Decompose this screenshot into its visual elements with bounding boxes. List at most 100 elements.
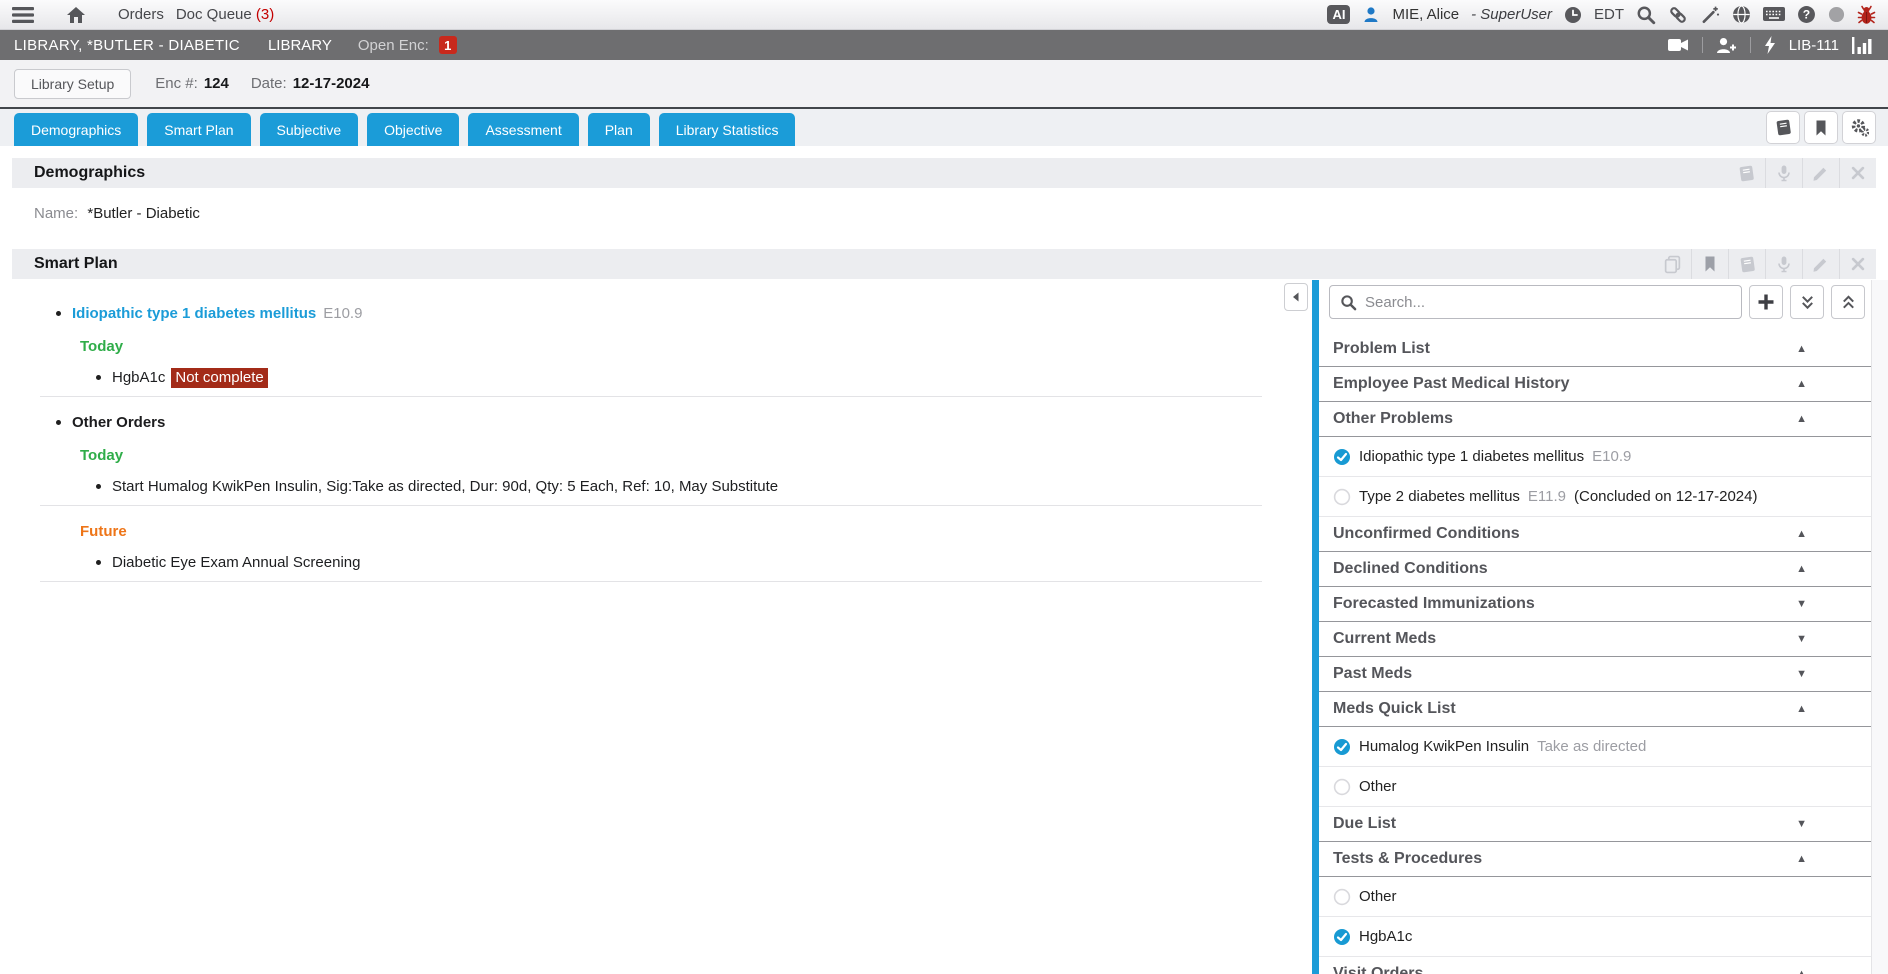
tab-smart-plan[interactable]: Smart Plan xyxy=(147,113,250,146)
tab-objective[interactable]: Objective xyxy=(367,113,459,146)
bookmark-icon[interactable] xyxy=(1691,249,1728,279)
unchecked-icon[interactable] xyxy=(1333,888,1351,906)
panel-item-idiopathic-type-1-diabetes-mellitus[interactable]: Idiopathic type 1 diabetes mellitusE10.9 xyxy=(1319,437,1871,477)
expand-all-button[interactable] xyxy=(1790,285,1824,319)
panel-item-other[interactable]: Other xyxy=(1319,877,1871,917)
edit-icon[interactable] xyxy=(1802,158,1839,188)
collapse-all-button[interactable] xyxy=(1831,285,1865,319)
panel-section-past-meds[interactable]: Past Meds▼ xyxy=(1319,657,1871,692)
panel-collapse-button[interactable] xyxy=(1284,283,1308,311)
plan-subsection-label: Today xyxy=(40,338,1262,355)
user-role: - SuperUser xyxy=(1471,6,1552,23)
checked-icon[interactable] xyxy=(1333,738,1351,756)
microphone-icon[interactable] xyxy=(1765,249,1802,279)
plan-group-title-row: Idiopathic type 1 diabetes mellitus E10.9 xyxy=(40,305,1262,322)
close-icon[interactable] xyxy=(1839,158,1876,188)
svg-text:?: ? xyxy=(1803,8,1810,22)
panel-section-problem-list[interactable]: Problem List▲ xyxy=(1319,332,1871,367)
chevron-down-icon: ▼ xyxy=(1796,598,1807,610)
tab-subjective[interactable]: Subjective xyxy=(260,113,359,146)
checked-icon[interactable] xyxy=(1333,448,1351,466)
close-icon[interactable] xyxy=(1839,249,1876,279)
panel-item-type-2-diabetes-mellitus[interactable]: Type 2 diabetes mellitusE11.9(Concluded … xyxy=(1319,477,1871,517)
plus-icon xyxy=(1757,293,1775,311)
panel-item-humalog-kwikpen-insulin[interactable]: Humalog KwikPen InsulinTake as directed xyxy=(1319,727,1871,767)
panel-section-title: Declined Conditions xyxy=(1333,560,1796,578)
panel-item-hgba1c[interactable]: HgbA1c xyxy=(1319,917,1871,957)
demographics-section-header: Demographics xyxy=(12,158,1876,188)
chevron-up-icon: ▲ xyxy=(1796,703,1807,715)
panel-section-unconfirmed-conditions[interactable]: Unconfirmed Conditions▲ xyxy=(1319,517,1871,552)
tab-assessment[interactable]: Assessment xyxy=(468,113,578,146)
panel-section-tests-procedures[interactable]: Tests & Procedures▲ xyxy=(1319,842,1871,877)
chevron-up-icon: ▲ xyxy=(1796,968,1807,974)
status-circle-icon[interactable] xyxy=(1828,6,1845,23)
nav-doc-queue[interactable]: Doc Queue (3) xyxy=(176,6,274,23)
plan-problem-code: E10.9 xyxy=(323,305,362,322)
tab-demographics[interactable]: Demographics xyxy=(14,113,138,146)
panel-section-due-list[interactable]: Due List▼ xyxy=(1319,807,1871,842)
tab-plan[interactable]: Plan xyxy=(588,113,650,146)
smart-plan-section-header: Smart Plan xyxy=(12,249,1876,279)
chevron-down-icon: ▼ xyxy=(1796,633,1807,645)
double-chevron-down-icon xyxy=(1799,294,1816,311)
add-button[interactable] xyxy=(1749,285,1783,319)
panel-section-meds-quick-list[interactable]: Meds Quick List▲ xyxy=(1319,692,1871,727)
menu-icon[interactable] xyxy=(12,7,34,23)
bullet-icon xyxy=(56,420,61,425)
library-setup-button[interactable]: Library Setup xyxy=(14,69,131,99)
panel-section-employee-past-medical-history[interactable]: Employee Past Medical History▲ xyxy=(1319,367,1871,402)
checked-icon[interactable] xyxy=(1333,928,1351,946)
nav-orders[interactable]: Orders xyxy=(118,6,164,23)
help-icon[interactable]: ? xyxy=(1797,5,1816,24)
home-icon[interactable] xyxy=(66,6,86,24)
journal-icon[interactable] xyxy=(1728,249,1765,279)
panel-item-note: (Concluded on 12-17-2024) xyxy=(1574,488,1757,505)
divider xyxy=(1702,37,1703,53)
settings-button[interactable] xyxy=(1842,111,1876,144)
plan-content: Idiopathic type 1 diabetes mellitus E10.9… xyxy=(40,305,1262,582)
journal-icon[interactable] xyxy=(1728,158,1765,188)
panel-section-other-problems[interactable]: Other Problems▲ xyxy=(1319,402,1871,437)
tab-library-statistics[interactable]: Library Statistics xyxy=(659,113,796,146)
chart-stats-icon[interactable] xyxy=(1852,37,1874,54)
user-name[interactable]: MIE, Alice xyxy=(1392,6,1459,23)
journal-button[interactable] xyxy=(1766,111,1800,144)
search-icon[interactable] xyxy=(1636,5,1656,25)
quick-action-lightning-icon[interactable] xyxy=(1764,36,1776,54)
clock-icon[interactable] xyxy=(1564,6,1582,24)
bookmark-button[interactable] xyxy=(1804,111,1838,144)
plan-problem-link[interactable]: Idiopathic type 1 diabetes mellitus xyxy=(72,305,316,322)
panel-item-label: Type 2 diabetes mellitus xyxy=(1359,488,1520,505)
add-user-icon[interactable] xyxy=(1716,37,1737,54)
wand-icon[interactable] xyxy=(1700,5,1720,25)
unchecked-icon[interactable] xyxy=(1333,488,1351,506)
search-field xyxy=(1329,285,1742,319)
tab-bar: Demographics Smart Plan SubjectiveObjectiv… xyxy=(14,113,804,146)
ai-badge[interactable]: AI xyxy=(1327,5,1350,24)
globe-icon[interactable] xyxy=(1732,5,1751,24)
keyboard-icon[interactable] xyxy=(1763,7,1785,22)
panel-section-forecasted-immunizations[interactable]: Forecasted Immunizations▼ xyxy=(1319,587,1871,622)
panel-accent-bar[interactable] xyxy=(1312,280,1319,974)
video-camera-icon[interactable] xyxy=(1668,38,1689,52)
top-menubar-right: AI MIE, Alice - SuperUser EDT ? xyxy=(1327,5,1876,25)
panel-scrollbar[interactable] xyxy=(1871,280,1888,974)
panel-section-visit-orders[interactable]: Visit Orders▲ xyxy=(1319,957,1871,974)
panel-section-current-meds[interactable]: Current Meds▼ xyxy=(1319,622,1871,657)
patient-name[interactable]: LIBRARY, *BUTLER - DIABETIC xyxy=(14,37,240,54)
plan-subsection-label: Future xyxy=(40,523,1262,540)
link-icon[interactable] xyxy=(1668,5,1688,25)
panel-item-other[interactable]: Other xyxy=(1319,767,1871,807)
name-value: *Butler - Diabetic xyxy=(87,205,200,222)
edit-icon[interactable] xyxy=(1802,249,1839,279)
search-input[interactable] xyxy=(1365,294,1731,311)
user-icon[interactable] xyxy=(1362,6,1380,24)
bug-icon[interactable] xyxy=(1857,5,1876,25)
open-enc-count-badge[interactable]: 1 xyxy=(439,36,457,54)
panel-section-declined-conditions[interactable]: Declined Conditions▲ xyxy=(1319,552,1871,587)
copy-icon[interactable] xyxy=(1654,249,1691,279)
unchecked-icon[interactable] xyxy=(1333,778,1351,796)
microphone-icon[interactable] xyxy=(1765,158,1802,188)
patient-title-bar: LIBRARY, *BUTLER - DIABETIC LIBRARY Open… xyxy=(0,30,1888,60)
